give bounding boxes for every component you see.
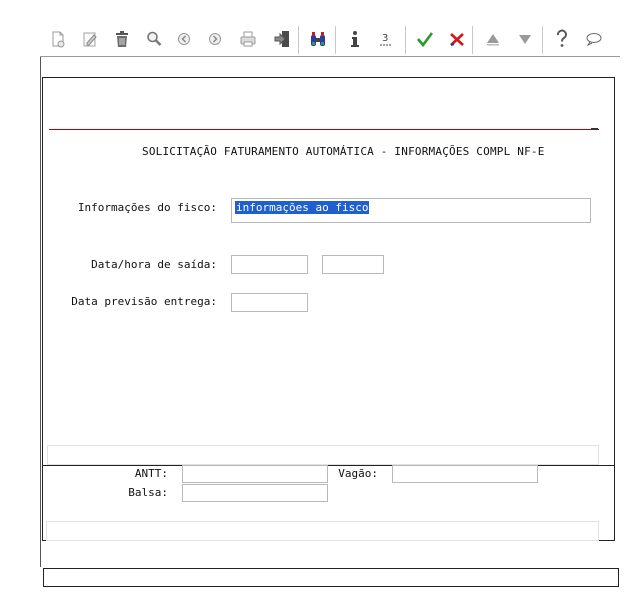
toolbar-separator — [298, 26, 299, 54]
status-bar — [43, 568, 619, 587]
saida-date-field[interactable] — [231, 255, 308, 274]
previsao-field[interactable] — [231, 293, 308, 312]
vagao-label: Vagão: — [338, 467, 378, 480]
toolbar-separator — [542, 26, 543, 54]
toolbar-separator — [472, 26, 473, 54]
toolbar-underline — [40, 56, 620, 57]
edit-icon[interactable] — [78, 26, 102, 52]
arrow-down-icon[interactable] — [513, 26, 537, 52]
vagao-field[interactable] — [392, 465, 538, 483]
print-icon[interactable] — [236, 26, 260, 52]
fisco-label: Informações do fisco: — [77, 201, 217, 214]
info-icon[interactable] — [343, 26, 367, 52]
frame-left-border — [40, 57, 41, 567]
search-icon[interactable] — [142, 26, 166, 52]
toolbar-separator — [405, 26, 406, 54]
antt-field[interactable] — [182, 465, 328, 483]
header-divider — [49, 129, 599, 130]
header-divider-marker — [591, 128, 598, 130]
previous-icon[interactable] — [172, 26, 196, 52]
comment-icon[interactable] — [582, 26, 606, 52]
delete-icon[interactable] — [110, 26, 134, 52]
exit-icon[interactable] — [270, 26, 294, 52]
previsao-label: Data previsão entrega: — [71, 295, 217, 308]
help-icon[interactable] — [550, 26, 574, 52]
balsa-field[interactable] — [182, 484, 328, 502]
arrow-up-icon[interactable] — [481, 26, 505, 52]
new-document-icon[interactable] — [46, 26, 70, 52]
cancel-icon[interactable] — [445, 26, 469, 52]
sequence-icon[interactable]: 3 — [374, 26, 398, 52]
saida-time-field[interactable] — [322, 255, 384, 274]
toolbar-separator — [335, 26, 336, 54]
toolbar: 3 — [40, 26, 620, 56]
fisco-value: informações ao fisco — [235, 201, 370, 214]
upper-empty-panel — [47, 445, 599, 465]
fisco-field[interactable]: informações ao fisco — [231, 198, 591, 223]
binoculars-icon[interactable] — [306, 26, 330, 52]
balsa-label: Balsa: — [128, 486, 168, 499]
page-title: SOLICITAÇÃO FATURAMENTO AUTOMÁTICA - INF… — [142, 145, 545, 158]
confirm-icon[interactable] — [413, 26, 437, 52]
svg-text:3: 3 — [382, 33, 388, 44]
saida-label: Data/hora de saída: — [91, 258, 217, 271]
lower-empty-panel — [46, 521, 599, 541]
next-icon[interactable] — [203, 26, 227, 52]
antt-label: ANTT: — [134, 467, 168, 480]
